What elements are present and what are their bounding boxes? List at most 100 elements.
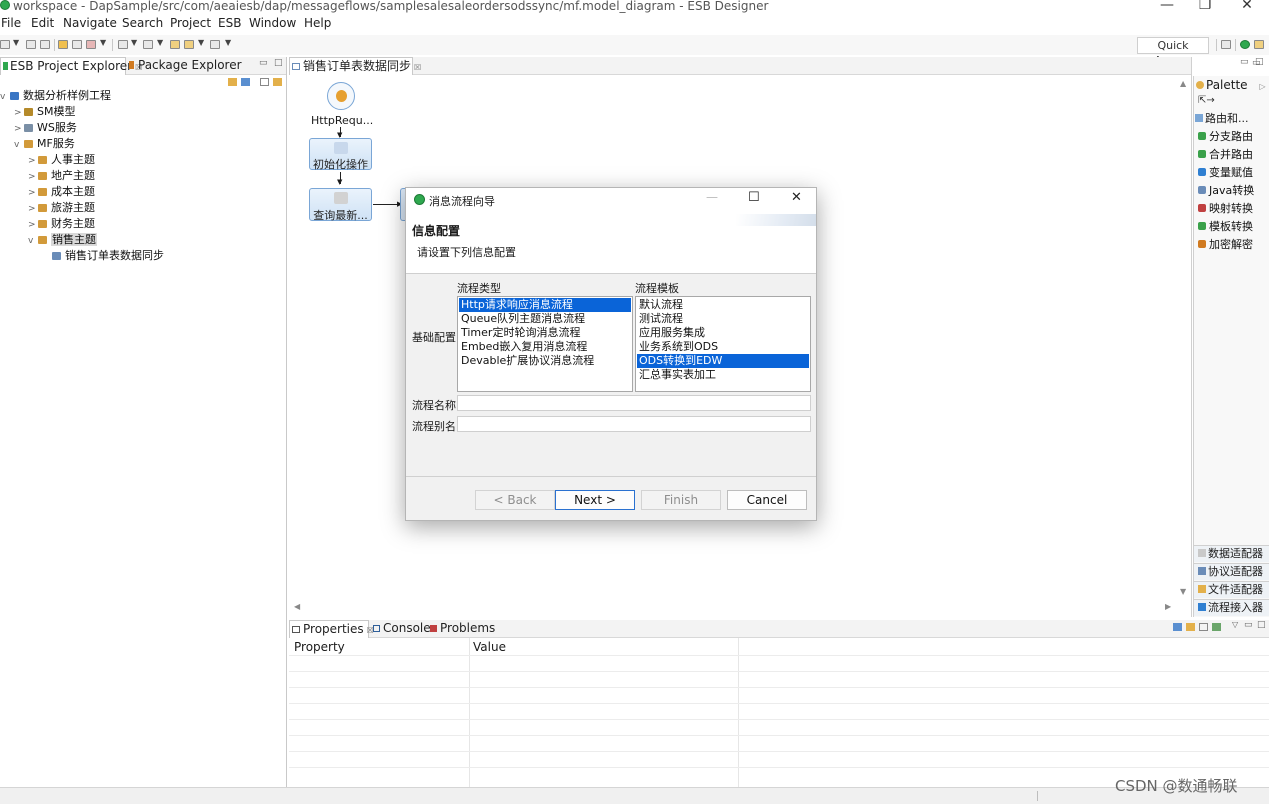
init-operation-node[interactable]: 初始化操作 [309, 138, 372, 171]
flow-name-input[interactable] [457, 395, 811, 411]
list-item-flow-type[interactable]: Devable扩展协议消息流程 [459, 354, 631, 368]
palette-item-variable-assign[interactable]: 变量赋值 [1198, 164, 1253, 180]
palette-section-flow-access[interactable]: 流程接入器 [1194, 599, 1269, 616]
menu-navigate[interactable]: Navigate [63, 16, 117, 30]
minimize-view-icon[interactable]: ▭ [259, 58, 268, 68]
categories-icon[interactable] [1173, 623, 1182, 631]
minimize-window-button[interactable]: — [1157, 0, 1177, 13]
menu-edit[interactable]: Edit [31, 16, 54, 30]
palette-section-data-adapter[interactable]: 数据适配器 [1194, 545, 1269, 562]
palette-item-mapping-transform[interactable]: 映射转换 [1198, 200, 1253, 216]
chevron-down-icon[interactable]: ▼ [13, 38, 19, 47]
tree-item-project[interactable]: v 数据分析样例工程 [0, 88, 111, 103]
new-project-icon[interactable] [58, 40, 68, 49]
maximize-view-icon[interactable]: □ [1257, 620, 1266, 630]
column-header-value[interactable]: Value [473, 640, 506, 654]
next-button[interactable]: Next > [555, 490, 635, 510]
menu-project[interactable]: Project [170, 16, 211, 30]
run-icon[interactable] [86, 40, 96, 49]
menu-window[interactable]: Window [249, 16, 296, 30]
menu-search[interactable]: Search [122, 16, 163, 30]
list-item-template[interactable]: 默认流程 [637, 298, 809, 312]
link-with-editor-icon[interactable] [241, 78, 250, 86]
palette-item-merge-route[interactable]: 合并路由 [1198, 146, 1253, 162]
next-annotation-icon[interactable] [118, 40, 128, 49]
restore-window-button[interactable]: ❐ [1195, 0, 1215, 13]
select-tool-icon[interactable]: ⇱→ [1198, 95, 1215, 106]
maximize-view-icon[interactable]: □ [1255, 57, 1264, 67]
minimize-view-icon[interactable]: ▭ [1244, 620, 1253, 630]
chevron-down-icon[interactable]: ▼ [100, 38, 106, 47]
chevron-right-icon[interactable]: > [28, 170, 38, 185]
forward-icon[interactable] [184, 40, 194, 49]
open-icon[interactable] [72, 40, 82, 49]
back-button[interactable]: < Back [475, 490, 555, 510]
flow-type-list[interactable]: Http请求响应消息流程 Queue队列主题消息流程 Timer定时轮询消息流程… [457, 296, 633, 392]
list-item-flow-type[interactable]: Http请求响应消息流程 [459, 298, 631, 312]
column-header-property[interactable]: Property [294, 640, 345, 654]
view-menu-icon[interactable]: ▽ [1232, 620, 1238, 629]
chevron-down-icon[interactable]: v [14, 138, 24, 153]
finish-button[interactable]: Finish [641, 490, 721, 510]
scroll-right-icon[interactable]: ▶ [1165, 602, 1171, 611]
chevron-right-icon[interactable]: > [28, 218, 38, 233]
minimize-view-icon[interactable]: ▭ [1240, 57, 1249, 67]
tab-package-explorer[interactable]: Package Explorer [127, 57, 242, 75]
tab-problems[interactable]: Problems [428, 620, 495, 638]
palette-item-template-transform[interactable]: 模板转换 [1198, 218, 1253, 234]
tree-item-sm-model[interactable]: > SM模型 [14, 104, 75, 119]
palette-item-branch-route[interactable]: 分支路由 [1198, 128, 1253, 144]
tree-item-sales-topic[interactable]: v 销售主题 [28, 232, 97, 247]
palette-collapse-icon[interactable]: ▷ [1259, 82, 1265, 91]
restore-default-icon[interactable] [1199, 623, 1208, 631]
chevron-down-icon[interactable]: ▼ [225, 38, 231, 47]
pin-icon[interactable] [1212, 623, 1221, 631]
tree-item-sales-order-sync[interactable]: 销售订单表数据同步 [42, 248, 164, 263]
chevron-right-icon[interactable]: > [28, 186, 38, 201]
cancel-button[interactable]: Cancel [727, 490, 807, 510]
flow-template-list[interactable]: 默认流程 测试流程 应用服务集成 业务系统到ODS ODS转换到EDW 汇总事实… [635, 296, 811, 392]
http-request-node-icon[interactable] [327, 82, 355, 110]
dialog-maximize-button[interactable]: ☐ [748, 190, 760, 205]
last-edit-icon[interactable] [210, 40, 220, 49]
scroll-down-icon[interactable]: ▼ [1180, 587, 1186, 596]
list-item-template[interactable]: 汇总事实表加工 [637, 368, 809, 382]
menu-file[interactable]: File [1, 16, 21, 30]
palette-group-routing[interactable]: 路由和... [1195, 110, 1249, 126]
open-perspective-icon[interactable] [1221, 40, 1231, 49]
collapse-all-icon[interactable] [228, 78, 237, 86]
tree-item-realestate-topic[interactable]: > 地产主题 [28, 168, 95, 183]
maximize-view-icon[interactable]: □ [274, 58, 283, 68]
palette-item-java-transform[interactable]: Java转换 [1198, 182, 1254, 198]
previous-annotation-icon[interactable] [143, 40, 153, 49]
flow-alias-input[interactable] [457, 416, 811, 432]
esb-perspective-icon[interactable] [1240, 40, 1250, 49]
advanced-icon[interactable] [1186, 623, 1195, 631]
save-all-icon[interactable] [40, 40, 50, 49]
tab-esb-project-explorer[interactable]: ESB Project Explorer ☒ [0, 57, 142, 75]
new-icon[interactable] [0, 40, 10, 49]
list-item-template[interactable]: ODS转换到EDW [637, 354, 809, 368]
chevron-down-icon[interactable]: ▼ [131, 38, 137, 47]
query-latest-node[interactable]: 查询最新... [309, 188, 372, 222]
menu-help[interactable]: Help [304, 16, 331, 30]
chevron-right-icon[interactable]: > [14, 122, 24, 137]
tree-item-mf-service[interactable]: v MF服务 [14, 136, 75, 151]
tab-sales-order-sync[interactable]: 销售订单表数据同步 ☒ [289, 57, 421, 75]
back-icon[interactable] [170, 40, 180, 49]
tab-properties[interactable]: Properties ☒ [289, 620, 374, 638]
tree-item-finance-topic[interactable]: > 财务主题 [28, 216, 95, 231]
chevron-down-icon[interactable]: ▼ [198, 38, 204, 47]
list-item-template[interactable]: 应用服务集成 [637, 326, 809, 340]
save-icon[interactable] [26, 40, 36, 49]
palette-section-file-adapter[interactable]: 文件适配器 [1194, 581, 1269, 598]
chevron-right-icon[interactable]: > [28, 202, 38, 217]
palette-item-encrypt-decrypt[interactable]: 加密解密 [1198, 236, 1253, 252]
chevron-down-icon[interactable]: ▼ [157, 38, 163, 47]
tab-console[interactable]: Console [371, 620, 431, 638]
quick-access-field[interactable]: Quick Access [1137, 37, 1209, 67]
scroll-up-icon[interactable]: ▲ [1180, 79, 1186, 88]
tree-item-travel-topic[interactable]: > 旅游主题 [28, 200, 95, 215]
java-perspective-icon[interactable] [1254, 40, 1264, 49]
scroll-left-icon[interactable]: ◀ [294, 602, 300, 611]
